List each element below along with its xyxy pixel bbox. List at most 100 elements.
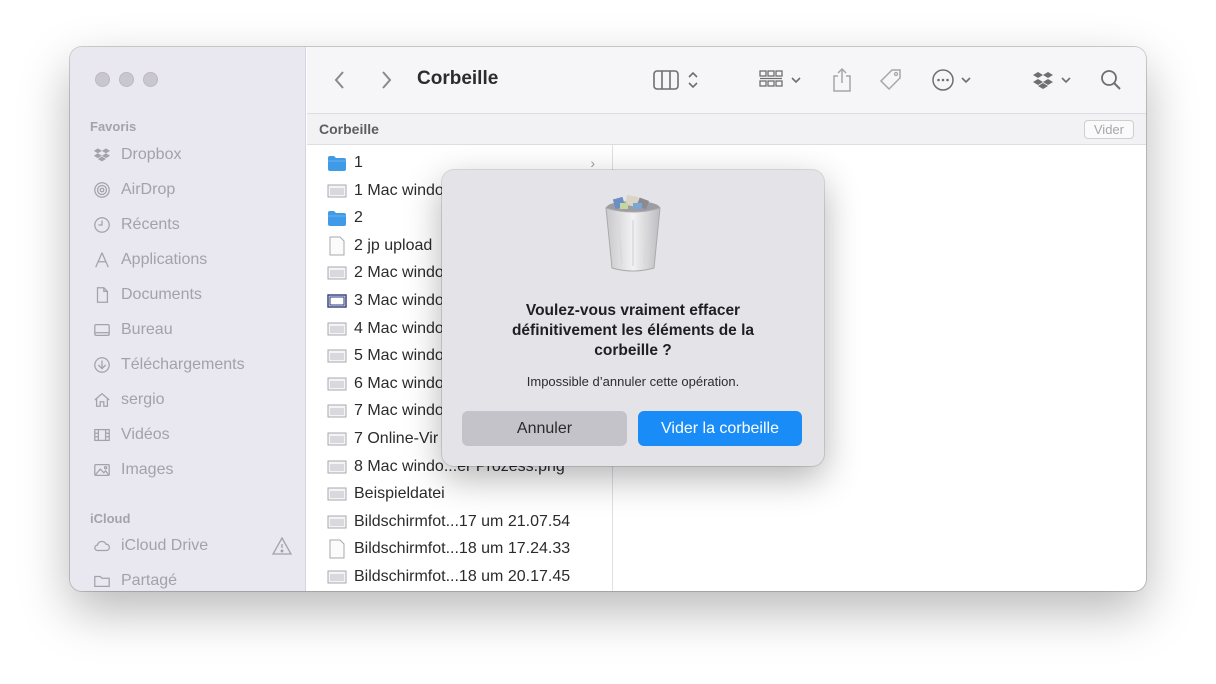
window-controls — [95, 72, 158, 87]
path-bar: Corbeille Vider — [307, 114, 1146, 145]
image-file-icon — [327, 512, 347, 532]
file-name: 2 Mac windo — [354, 264, 444, 282]
group-button[interactable] — [759, 67, 805, 93]
image-file-icon — [327, 374, 347, 394]
minimize-window-button[interactable] — [119, 72, 134, 87]
file-name: 2 — [354, 209, 363, 227]
file-name: 7 Online-Vir — [354, 430, 439, 447]
file-row[interactable]: Beispieldatei — [327, 481, 607, 507]
file-name: 2 jp upload — [354, 236, 433, 254]
cancel-button[interactable]: Annuler — [462, 411, 627, 446]
file-name: 1 Mac windo — [354, 181, 444, 199]
sidebar-section-favorites: Favoris — [90, 119, 137, 134]
folder-icon — [327, 153, 347, 173]
image-file-icon — [327, 181, 347, 201]
sidebar-item-applications[interactable]: Applications — [92, 247, 292, 273]
image-file-icon — [327, 319, 347, 339]
columns-view-icon — [653, 70, 698, 90]
file-row[interactable]: Bildschirmfot...18 um 20.17.45 — [327, 564, 607, 590]
path-title: Corbeille — [319, 121, 379, 137]
sidebar-item-desktop[interactable]: Bureau — [92, 317, 292, 343]
file-name: Bildschirmfot...18 um 17.24.33 — [354, 540, 571, 558]
empty-trash-confirm-button[interactable]: Vider la corbeille — [638, 411, 802, 446]
sidebar-item-label: Téléchargements — [121, 356, 245, 373]
sidebar-item-label: iCloud Drive — [121, 537, 209, 554]
image-file-icon — [327, 401, 347, 421]
tag-icon — [879, 69, 901, 91]
chevron-right-icon: › — [590, 155, 595, 171]
file-name: 5 Mac windo — [354, 347, 444, 365]
document-icon — [327, 539, 347, 559]
dropbox-menu-button[interactable] — [1033, 67, 1075, 93]
image-file-icon — [327, 263, 347, 283]
confirm-dialog: Voulez-vous vraiment effacer définitivem… — [442, 170, 824, 466]
file-name: Bildschirmfot...17 um 21.07.54 — [354, 512, 571, 530]
download-icon — [92, 355, 112, 375]
back-button[interactable] — [333, 67, 347, 93]
chevron-right-icon — [382, 71, 392, 89]
sidebar-item-airdrop[interactable]: AirDrop — [92, 177, 292, 203]
sidebar-item-label: sergio — [121, 391, 165, 408]
sidebar-item-shared[interactable]: Partagé — [92, 568, 292, 591]
sidebar-item-label: Vidéos — [121, 426, 170, 443]
tag-button[interactable] — [878, 67, 904, 93]
sidebar-item-images[interactable]: Images — [92, 457, 292, 483]
clock-icon — [92, 215, 112, 235]
file-row[interactable]: Bildschirmfot...18 um 17.24.33 — [327, 536, 607, 562]
share-icon — [833, 67, 851, 92]
image-file-icon — [327, 429, 347, 449]
cloud-icon — [92, 536, 112, 556]
search-icon — [1101, 70, 1121, 90]
sidebar-item-label: Dropbox — [121, 146, 182, 163]
empty-trash-button[interactable]: Vider — [1083, 120, 1134, 139]
grid-group-icon — [759, 70, 801, 87]
file-name: Bildschirmfot...18 um 20.17.45 — [354, 568, 571, 585]
file-name: 3 Mac windo — [354, 292, 444, 309]
dialog-title-line: définitivement les éléments de la — [511, 322, 755, 339]
image-file-icon — [327, 457, 347, 477]
sidebar-item-documents[interactable]: Documents — [92, 282, 292, 308]
sidebar: Favoris Dropbox AirDrop Récents Applicat… — [70, 47, 306, 591]
trash-full-icon — [600, 194, 666, 274]
zoom-window-button[interactable] — [143, 72, 158, 87]
image-file-icon — [327, 291, 347, 311]
sidebar-item-dropbox[interactable]: Dropbox — [92, 142, 292, 168]
sidebar-item-label: Récents — [121, 216, 180, 233]
toolbar: Corbeille — [307, 47, 1146, 114]
image-file-icon — [327, 346, 347, 366]
more-actions-button[interactable] — [931, 67, 975, 93]
file-row[interactable]: Bildschirmfot...17 um 21.07.54 — [327, 509, 607, 535]
search-button[interactable] — [1100, 67, 1122, 93]
sidebar-item-home[interactable]: sergio — [92, 387, 292, 413]
sidebar-item-icloud-drive[interactable]: iCloud Drive — [92, 533, 293, 559]
file-name: 1 — [354, 154, 363, 171]
film-icon — [92, 425, 112, 445]
airdrop-icon — [92, 180, 112, 200]
window-title: Corbeille — [417, 68, 499, 89]
dropbox-icon — [92, 145, 112, 165]
desktop-icon — [92, 320, 112, 340]
chevron-left-icon — [334, 71, 344, 89]
document-icon — [327, 236, 347, 256]
share-button[interactable] — [831, 67, 853, 93]
view-options-button[interactable] — [653, 67, 703, 93]
sidebar-item-label: Bureau — [121, 321, 173, 338]
dialog-message: Impossible d’annuler cette opération. — [526, 374, 740, 389]
sidebar-item-downloads[interactable]: Téléchargements — [92, 352, 292, 378]
close-window-button[interactable] — [95, 72, 110, 87]
document-icon — [92, 285, 112, 305]
sidebar-item-videos[interactable]: Vidéos — [92, 422, 292, 448]
applications-icon — [92, 250, 112, 270]
image-file-icon — [327, 567, 347, 587]
dropbox-icon — [1033, 72, 1071, 89]
sidebar-item-label: Documents — [121, 286, 202, 303]
sidebar-item-recents[interactable]: Récents — [92, 212, 292, 238]
forward-button[interactable] — [379, 67, 393, 93]
file-name: 6 Mac windo — [354, 374, 444, 392]
shared-folder-icon — [92, 571, 112, 591]
dialog-title: Voulez-vous vraiment effacer définitivem… — [472, 301, 794, 361]
home-icon — [92, 390, 112, 410]
file-name: Beispieldatei — [354, 485, 445, 503]
sidebar-item-label: Images — [121, 461, 174, 478]
sidebar-section-icloud: iCloud — [90, 511, 131, 526]
